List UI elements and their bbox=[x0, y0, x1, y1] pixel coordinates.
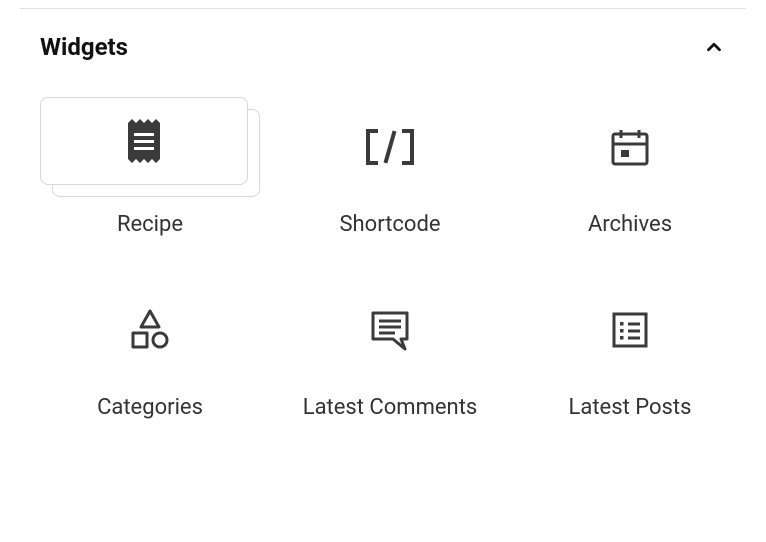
comments-icon bbox=[280, 280, 500, 380]
chevron-up-icon bbox=[702, 35, 726, 59]
widget-shortcode-label: Shortcode bbox=[339, 211, 440, 240]
shortcode-icon bbox=[280, 97, 500, 197]
widget-categories-label: Categories bbox=[97, 394, 203, 423]
posts-icon bbox=[520, 280, 740, 380]
widget-recipe-label: Recipe bbox=[117, 211, 183, 240]
widget-archives-label: Archives bbox=[588, 211, 672, 240]
widget-shortcode[interactable]: Shortcode bbox=[280, 97, 500, 240]
recipe-card-stack bbox=[40, 97, 260, 197]
widget-posts-label: Latest Posts bbox=[569, 394, 692, 423]
recipe-icon bbox=[124, 119, 164, 163]
widget-latest-comments[interactable]: Latest Comments bbox=[280, 280, 500, 423]
panel-title: Widgets bbox=[40, 33, 128, 61]
widget-grid: Recipe Shortcode bbox=[40, 77, 726, 422]
widget-archives[interactable]: Archives bbox=[520, 97, 740, 240]
panel-header[interactable]: Widgets bbox=[40, 9, 726, 77]
archives-icon bbox=[520, 97, 740, 197]
recipe-card-front bbox=[40, 97, 248, 185]
widget-comments-label: Latest Comments bbox=[303, 394, 478, 423]
widget-latest-posts[interactable]: Latest Posts bbox=[520, 280, 740, 423]
categories-icon bbox=[40, 280, 260, 380]
widget-categories[interactable]: Categories bbox=[40, 280, 260, 423]
widgets-panel: Widgets bbox=[0, 9, 766, 422]
widget-recipe[interactable]: Recipe bbox=[40, 97, 260, 240]
